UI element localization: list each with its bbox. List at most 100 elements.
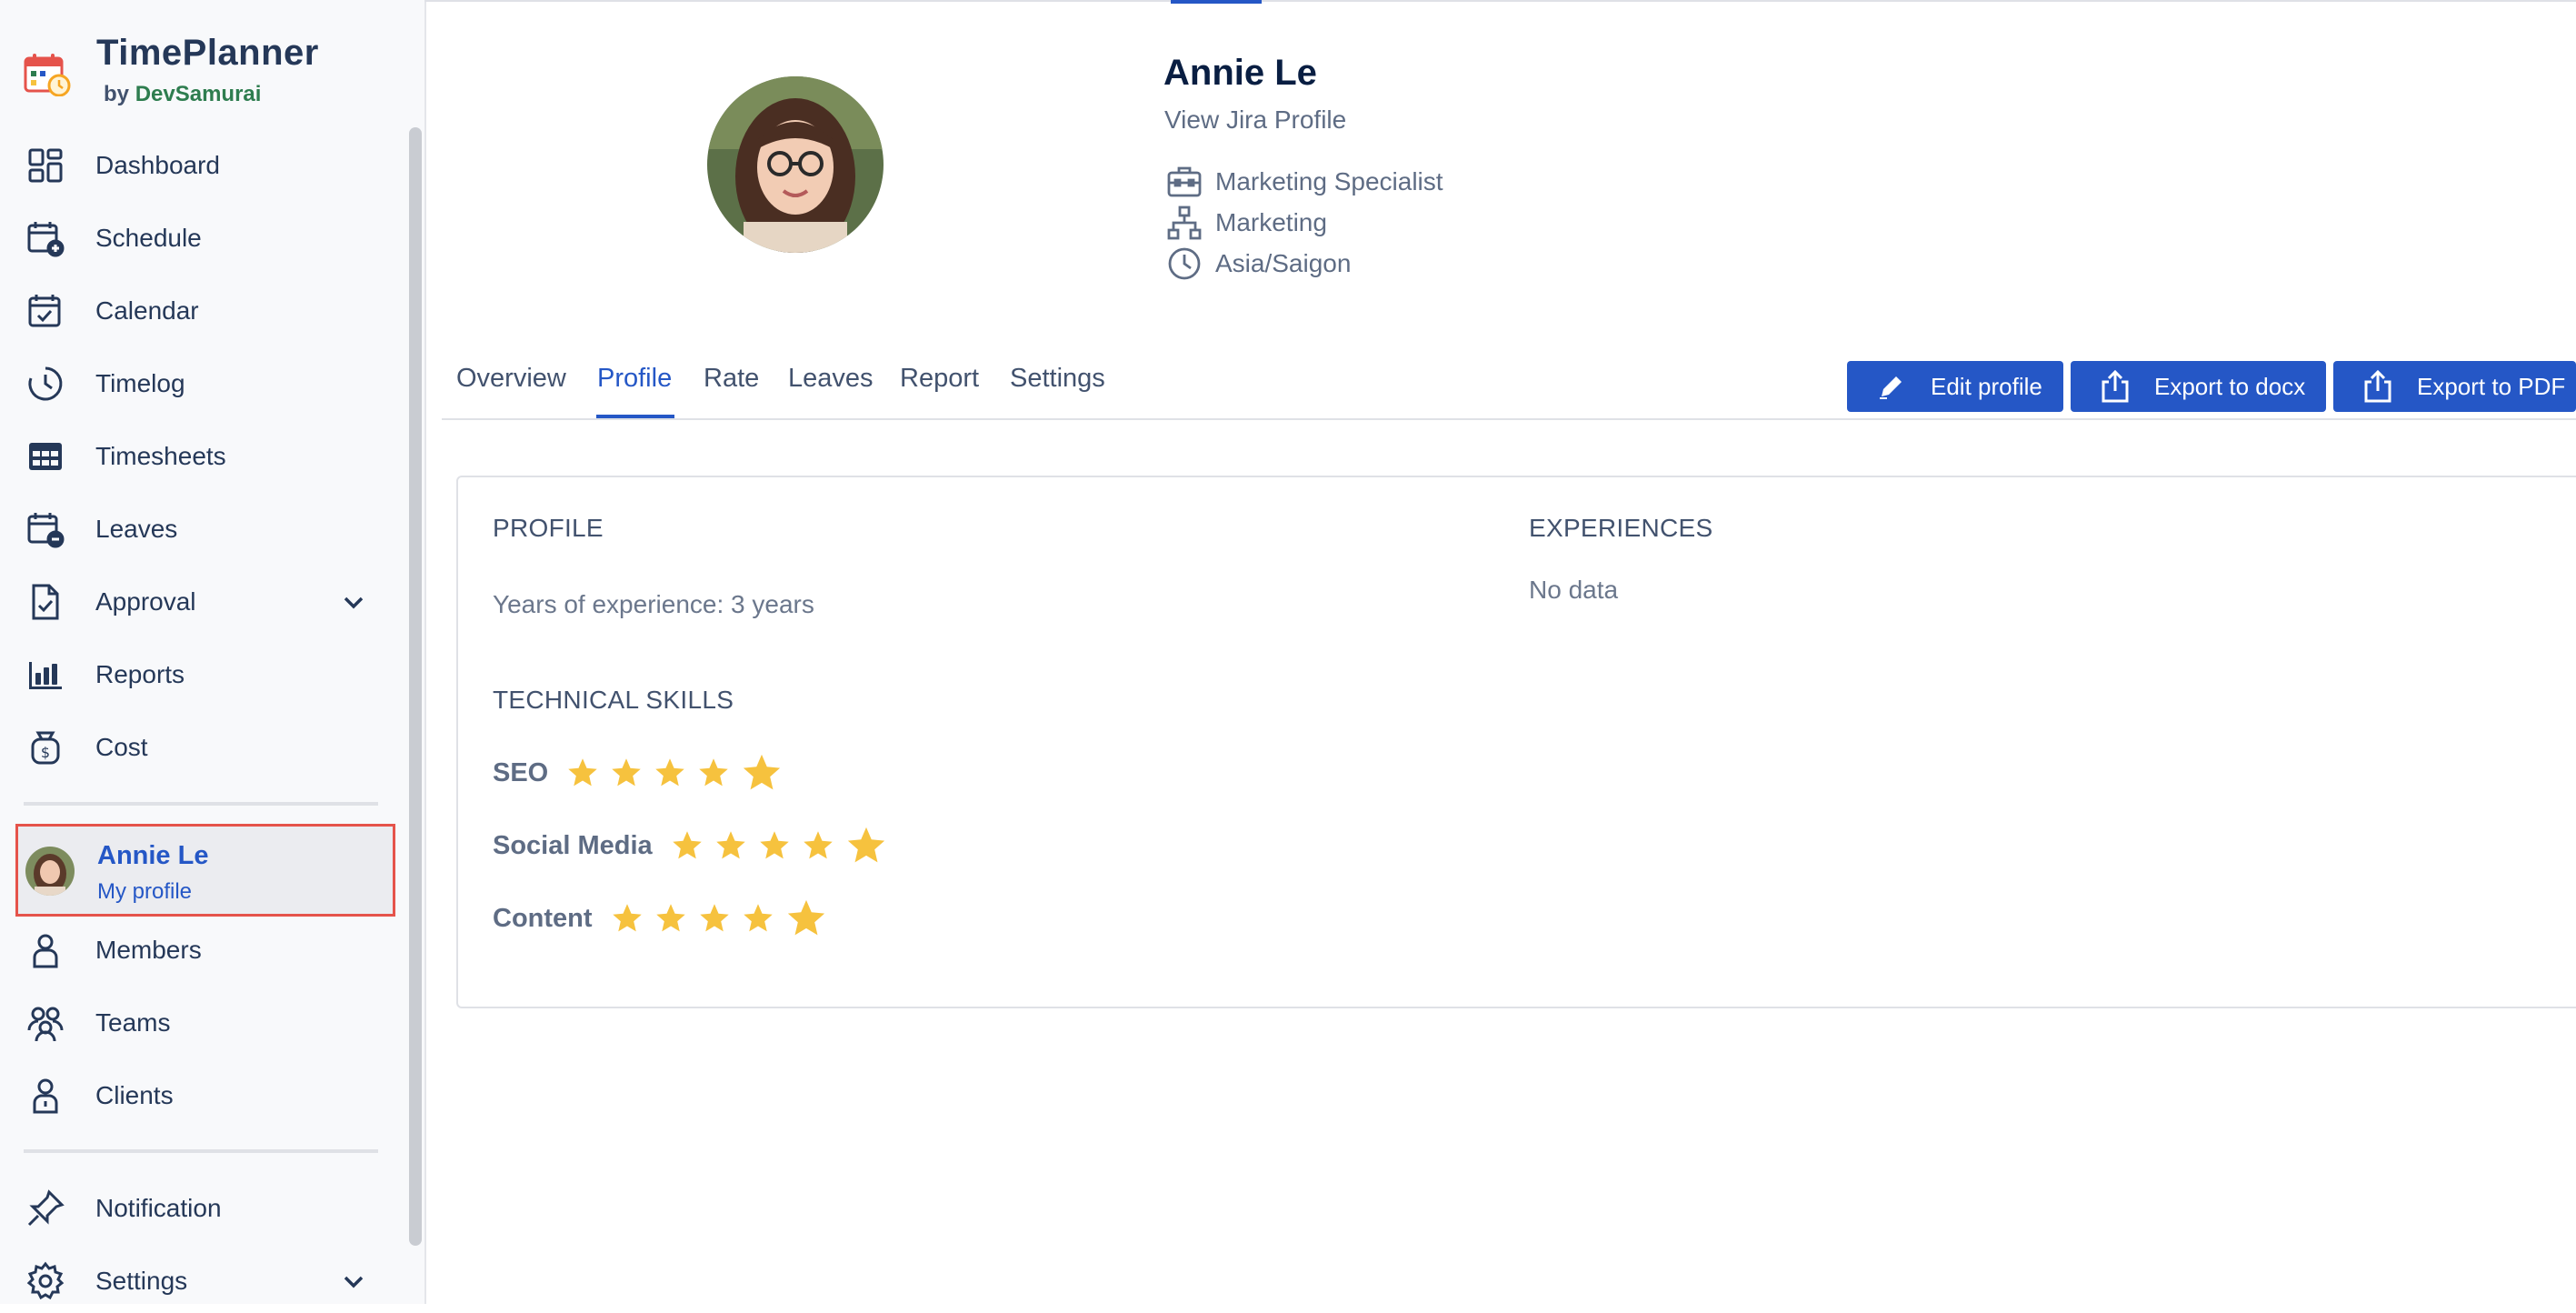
job-title-text: Marketing Specialist: [1215, 167, 1443, 195]
pin-icon: [25, 1188, 65, 1228]
profile-subtitle: My profile: [97, 879, 193, 904]
user-timezone: Asia/Saigon: [1166, 246, 1351, 282]
tab-leaves[interactable]: Leaves: [788, 364, 874, 394]
sidebar-item-label: Cost: [95, 733, 148, 761]
share-icon: [2102, 369, 2129, 403]
app-vendor: by DevSamurai: [104, 82, 261, 107]
top-accent-indicator: [1171, 0, 1262, 4]
sidebar-scrollbar[interactable]: [409, 127, 422, 1246]
skill-row: Content: [493, 897, 838, 939]
skill-rating: [671, 825, 898, 867]
briefcase-icon: [1167, 166, 1202, 197]
edit-profile-button[interactable]: Edit profile: [1847, 361, 2063, 412]
app-logo-icon: [24, 54, 71, 96]
skill-rating: [566, 752, 794, 794]
sidebar-item-approval[interactable]: Approval: [0, 570, 400, 634]
profile-name: Annie Le: [97, 841, 209, 870]
years-of-experience: Years of experience: 3 years: [493, 590, 814, 618]
skill-rating: [611, 897, 838, 939]
sidebar-item-label: Timelog: [95, 369, 185, 397]
sidebar-item-timesheets[interactable]: Timesheets: [0, 425, 400, 488]
sidebar-item-members[interactable]: Members: [0, 918, 400, 982]
tabs-divider: [442, 418, 2576, 420]
sidebar-item-label: Clients: [95, 1081, 174, 1109]
tab-settings[interactable]: Settings: [1010, 364, 1105, 394]
star-icon: [744, 754, 781, 790]
star-icon: [715, 831, 745, 859]
star-icon: [655, 758, 684, 787]
sidebar-item-calendar[interactable]: Calendar: [0, 279, 400, 343]
star-icon: [847, 827, 884, 863]
sidebar-item-teams[interactable]: Teams: [0, 991, 400, 1055]
star-icon: [699, 904, 729, 932]
team-icon: [25, 1003, 65, 1043]
export-pdf-label: Export to PDF: [2417, 372, 2566, 400]
star-icon: [612, 904, 642, 932]
top-rule: [424, 0, 2576, 2]
edit-profile-label: Edit profile: [1931, 372, 2042, 400]
pencil-icon: [1880, 376, 1902, 399]
bar-chart-icon: [25, 655, 65, 695]
technical-skills-title: TECHNICAL SKILLS: [493, 686, 734, 714]
sidebar-item-my-profile[interactable]: Annie Le My profile: [15, 824, 395, 917]
clock-icon: [1168, 247, 1201, 280]
calendar-minus-icon: [25, 509, 65, 549]
star-icon: [803, 831, 833, 859]
star-icon: [612, 758, 641, 787]
app-root: TimePlanner by DevSamurai Dashboard Sche…: [0, 0, 2576, 1304]
sidebar-item-label: Members: [95, 936, 202, 964]
skill-name: Social Media: [493, 830, 653, 860]
sidebar-divider: [24, 802, 378, 806]
by-label: by: [104, 82, 130, 106]
export-docx-label: Export to docx: [2154, 372, 2306, 400]
sidebar-item-label: Approval: [95, 587, 196, 616]
sidebar-item-notification[interactable]: Notification: [0, 1177, 400, 1240]
sidebar-item-timelog[interactable]: Timelog: [0, 352, 400, 416]
user-name: Annie Le: [1163, 53, 1317, 93]
skill-row: Social Media: [493, 825, 898, 867]
sidebar-item-label: Schedule: [95, 224, 202, 252]
sidebar-item-schedule[interactable]: Schedule: [0, 206, 400, 270]
sidebar-item-cost[interactable]: $ Cost: [0, 716, 400, 779]
star-icon: [787, 899, 824, 936]
app-name: TimePlanner: [96, 33, 319, 73]
share-icon: [2364, 369, 2391, 403]
user-department: Marketing: [1166, 205, 1327, 241]
star-icon: [759, 831, 789, 859]
table-icon: [25, 436, 65, 476]
timezone-text: Asia/Saigon: [1215, 249, 1352, 277]
sidebar-item-label: Reports: [95, 660, 185, 688]
sidebar-item-reports[interactable]: Reports: [0, 643, 400, 707]
calendar-plus-icon: [25, 218, 65, 258]
client-icon: [25, 1076, 65, 1116]
sidebar-divider: [24, 1149, 378, 1153]
sidebar-item-label: Dashboard: [95, 151, 220, 179]
skill-row: SEO: [493, 752, 794, 794]
org-chart-icon: [1167, 205, 1202, 240]
tab-report[interactable]: Report: [900, 364, 979, 394]
export-docx-button[interactable]: Export to docx: [2071, 361, 2326, 412]
dashboard-icon: [25, 145, 65, 185]
export-pdf-button[interactable]: Export to PDF: [2333, 361, 2576, 412]
chevron-down-icon[interactable]: [340, 1268, 367, 1295]
tab-profile[interactable]: Profile: [597, 364, 672, 394]
experiences-empty: No data: [1529, 576, 1619, 604]
svg-text:$: $: [41, 744, 50, 761]
tab-overview[interactable]: Overview: [456, 364, 566, 394]
star-icon: [568, 758, 597, 787]
clock-icon: [25, 364, 65, 404]
chevron-down-icon[interactable]: [340, 588, 367, 616]
gear-icon: [25, 1261, 65, 1301]
sidebar-item-clients[interactable]: Clients: [0, 1064, 400, 1128]
sidebar-item-label: Settings: [95, 1267, 188, 1295]
star-icon: [672, 831, 702, 859]
sidebar-item-leaves[interactable]: Leaves: [0, 497, 400, 561]
user-job-title: Marketing Specialist: [1166, 164, 1443, 200]
sidebar-item-dashboard[interactable]: Dashboard: [0, 134, 400, 197]
user-icon: [25, 930, 65, 970]
view-jira-profile-link[interactable]: View Jira Profile: [1164, 105, 1346, 135]
tab-rate[interactable]: Rate: [704, 364, 759, 394]
sidebar-item-label: Notification: [95, 1194, 222, 1222]
sidebar-item-label: Leaves: [95, 515, 178, 543]
experiences-section-title: EXPERIENCES: [1529, 514, 1713, 542]
